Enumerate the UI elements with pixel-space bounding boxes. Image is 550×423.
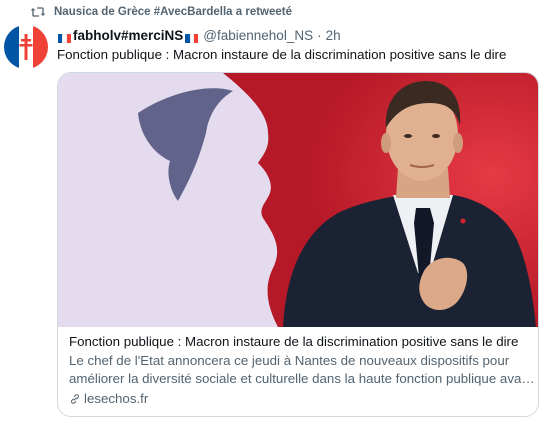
french-flag-icon bbox=[58, 31, 71, 43]
card-description: Le chef de l'Etat annoncera ce jeudi à N… bbox=[69, 352, 535, 388]
link-icon bbox=[71, 394, 79, 404]
card-image[interactable] bbox=[58, 73, 538, 327]
tweet-text: Fonction publique : Macron instaure de l… bbox=[57, 47, 507, 62]
card-domain-text: lesechos.fr bbox=[84, 391, 149, 406]
article-photo bbox=[58, 73, 538, 327]
retweet-indicator[interactable]: Nausica de Grèce #AvecBardella a retweet… bbox=[30, 4, 292, 20]
card-description-line: améliorer la diversité sociale et cultur… bbox=[69, 371, 535, 386]
card-body: Fonction publique : Macron instaure de l… bbox=[69, 333, 535, 408]
retweet-text: Nausica de Grèce #AvecBardella a retweet… bbox=[54, 6, 293, 18]
timestamp[interactable]: 2h bbox=[326, 28, 341, 43]
separator-dot: · bbox=[317, 28, 322, 43]
display-name[interactable]: fabholv#merciNS bbox=[73, 28, 183, 43]
user-handle[interactable]: @fabiennehol_NS bbox=[203, 28, 313, 43]
card-title[interactable]: Fonction publique : Macron instaure de l… bbox=[69, 333, 531, 351]
tweet-header: fabholv#merciNS @fabiennehol_NS · 2h bbox=[57, 27, 341, 44]
cross-of-lorraine-icon bbox=[4, 25, 48, 69]
avatar[interactable] bbox=[4, 25, 48, 69]
retweet-icon bbox=[30, 7, 46, 17]
card-domain[interactable]: lesechos.fr bbox=[69, 390, 531, 408]
card-description-line: Le chef de l'Etat annoncera ce jeudi à N… bbox=[69, 353, 510, 368]
french-flag-icon bbox=[185, 31, 199, 43]
link-card[interactable]: Fonction publique : Macron instaure de l… bbox=[57, 72, 539, 417]
